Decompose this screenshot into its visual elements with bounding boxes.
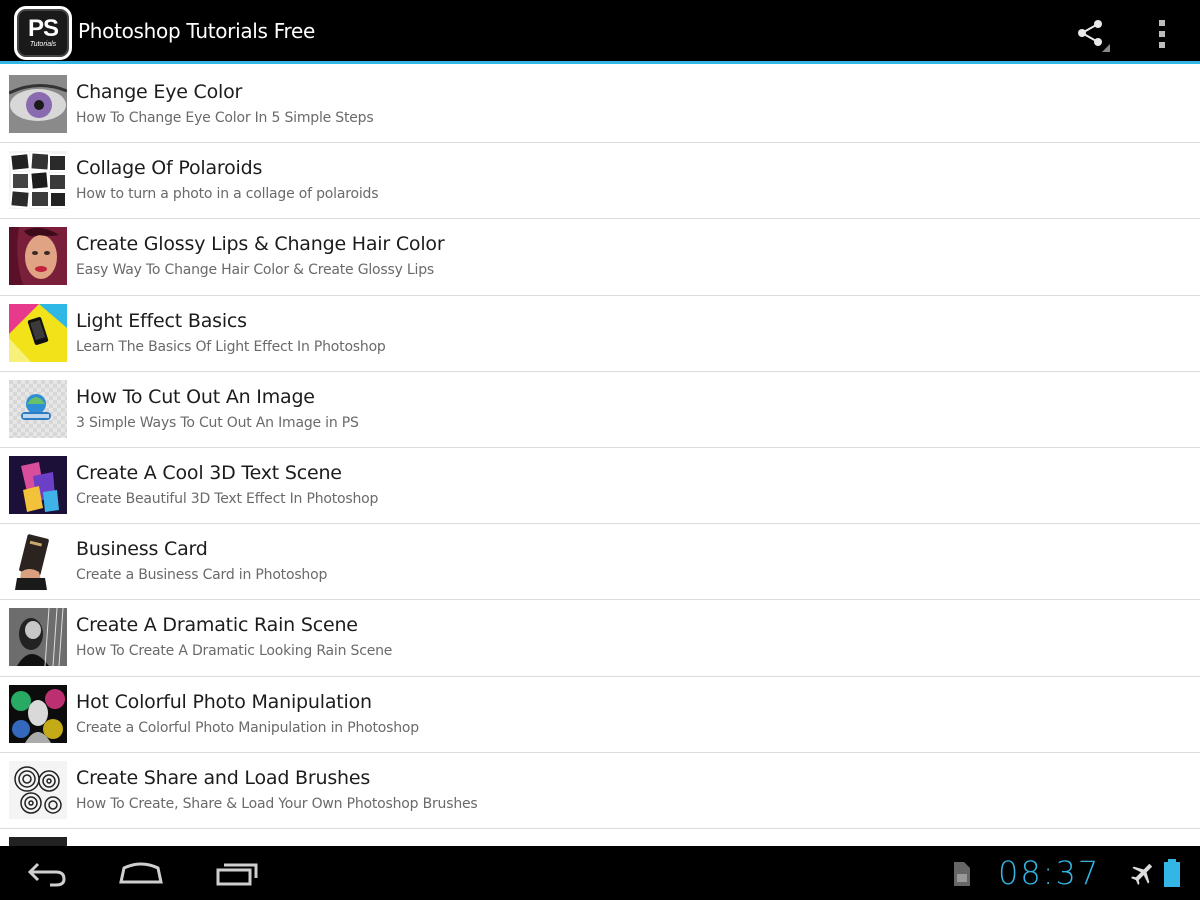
list-item[interactable]: Change Eye Color How To Change Eye Color… (0, 67, 1200, 144)
list-item-subtitle: How To Create, Share & Load Your Own Pho… (76, 795, 478, 812)
list-item-subtitle: Create a Business Card in Photoshop (76, 567, 328, 584)
list-item[interactable]: How To Cut Out An Image 3 Simple Ways To… (0, 371, 1200, 448)
list-item-title: Create A Dramatic Rain Scene (76, 614, 358, 637)
cutout-thumbnail (9, 379, 67, 438)
tutorial-list[interactable]: Change Eye Color How To Change Eye Color… (0, 67, 1200, 846)
home-button[interactable] (116, 856, 166, 890)
back-icon (27, 862, 66, 887)
list-item-subtitle: Create Beautiful 3D Text Effect In Photo… (76, 490, 379, 507)
list-item-subtitle: How To Change Eye Color In 5 Simple Step… (76, 110, 374, 126)
home-icon (119, 862, 163, 884)
overflow-menu-button[interactable] (1150, 16, 1174, 52)
list-item-title: Change Eye Color (76, 81, 243, 103)
airplane-mode-icon (1130, 863, 1153, 886)
sd-card-icon (954, 862, 970, 886)
list-item-title: Light Effect Basics (76, 309, 247, 332)
battery-icon (1164, 859, 1180, 887)
list-item[interactable]: Create A Cool 3D Text Scene Create Beaut… (0, 447, 1200, 525)
business-card-thumbnail (9, 532, 67, 591)
sd-card-status (950, 860, 972, 888)
list-item-subtitle: How To Create A Dramatic Looking Rain Sc… (76, 643, 393, 660)
app-title: Photoshop Tutorials Free (78, 19, 315, 43)
recent-apps-button[interactable] (212, 856, 262, 890)
list-item[interactable]: Create Share and Load Brushes How To Cre… (0, 752, 1200, 829)
colorful-manipulation-thumbnail (9, 684, 67, 743)
app-logo-text: PS (27, 14, 59, 42)
list-item-title: Create Glossy Lips & Change Hair Color (76, 233, 445, 256)
list-item[interactable]: Hot Colorful Photo Manipulation Create a… (0, 676, 1200, 753)
app-logo-subtext: Tutorials (29, 40, 57, 48)
recent-apps-icon (216, 863, 258, 886)
list-item-subtitle: Easy Way To Change Hair Color & Create G… (76, 262, 434, 279)
list-item-title: Hot Colorful Photo Manipulation (76, 690, 372, 713)
back-button[interactable] (24, 856, 70, 890)
app-logo[interactable]: PS Tutorials (14, 6, 72, 60)
polaroids-thumbnail (9, 151, 67, 210)
share-button[interactable] (1074, 16, 1110, 52)
list-item-subtitle: How to turn a photo in a collage of pola… (76, 186, 379, 203)
list-item[interactable]: Business Card Create a Business Card in … (0, 524, 1200, 601)
rain-scene-thumbnail (9, 608, 67, 667)
3d-text-thumbnail (9, 455, 67, 514)
list-item-partial[interactable] (0, 828, 1200, 846)
list-item-title: How To Cut Out An Image (76, 385, 315, 408)
list-item-subtitle: 3 Simple Ways To Cut Out An Image in PS (76, 414, 359, 431)
list-item[interactable]: Create A Dramatic Rain Scene How To Crea… (0, 600, 1200, 677)
list-item-title: Business Card (76, 538, 208, 561)
list-item[interactable]: Light Effect Basics Learn The Basics Of … (0, 295, 1200, 372)
portrait-thumbnail (9, 227, 67, 286)
list-item[interactable]: Create Glossy Lips & Change Hair Color E… (0, 219, 1200, 296)
light-effect-thumbnail (9, 303, 67, 362)
brushes-thumbnail (9, 760, 67, 819)
eye-thumbnail (9, 75, 67, 133)
share-icon (1078, 20, 1110, 52)
action-bar: PS Tutorials Photoshop Tutorials Free (0, 0, 1200, 64)
system-nav-bar: 08:37 (0, 846, 1200, 900)
airplane-mode-status (1130, 860, 1156, 886)
list-item[interactable]: Collage Of Polaroids How to turn a photo… (0, 143, 1200, 220)
partial-thumbnail (9, 836, 67, 846)
list-item-subtitle: Create a Colorful Photo Manipulation in … (76, 719, 419, 736)
list-item-title: Create Share and Load Brushes (76, 766, 371, 789)
overflow-menu-icon (1159, 20, 1165, 48)
battery-status (1162, 858, 1182, 888)
status-clock: 08:37 (998, 854, 1101, 892)
list-item-title: Collage Of Polaroids (76, 157, 263, 180)
list-item-title: Create A Cool 3D Text Scene (76, 461, 342, 484)
list-item-subtitle: Learn The Basics Of Light Effect In Phot… (76, 338, 386, 355)
